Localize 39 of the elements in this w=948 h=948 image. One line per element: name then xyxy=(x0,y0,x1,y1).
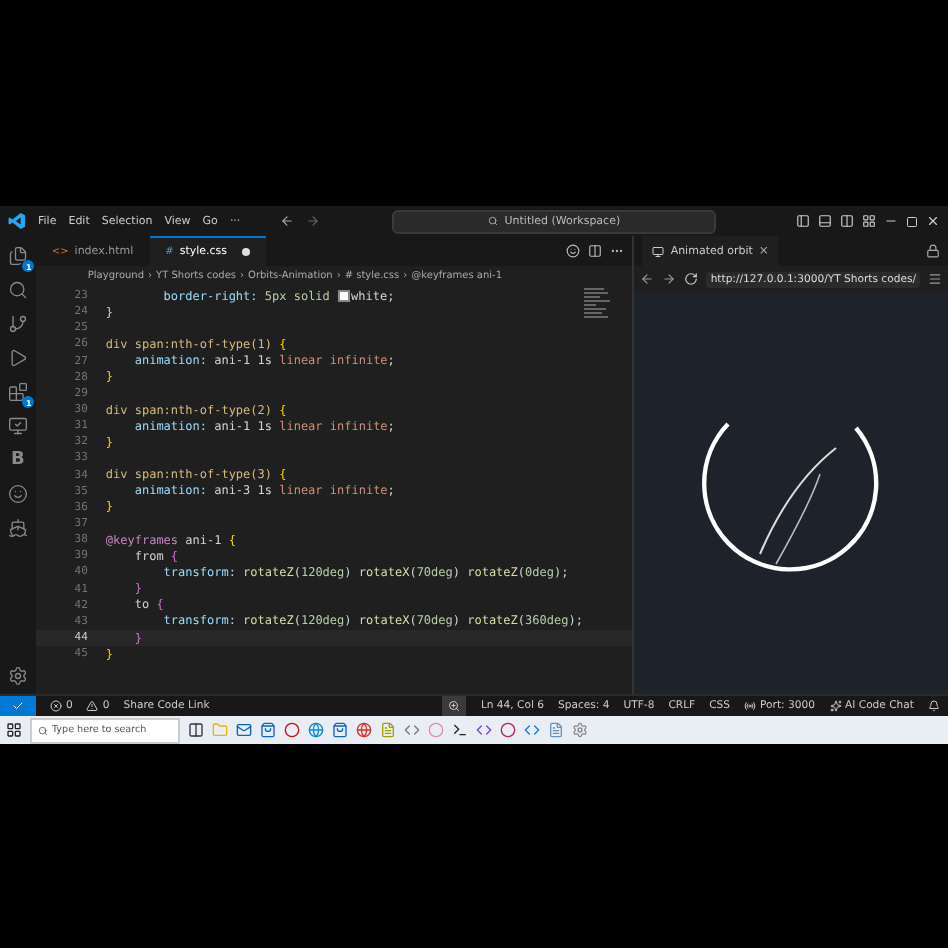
panel-icon[interactable] xyxy=(818,214,832,228)
back-arrow-icon[interactable] xyxy=(640,272,655,286)
settings-icon[interactable] xyxy=(6,664,29,686)
columns-icon[interactable] xyxy=(840,214,854,228)
start-icon[interactable] xyxy=(6,722,22,738)
smile-icon[interactable] xyxy=(6,482,29,504)
remote-icon[interactable] xyxy=(6,414,29,436)
minimize-icon[interactable] xyxy=(884,214,898,228)
more-icon[interactable] xyxy=(610,244,625,258)
smile-icon[interactable] xyxy=(566,244,581,258)
menu-icon[interactable] xyxy=(928,272,942,286)
forward-arrow-icon[interactable] xyxy=(662,272,677,286)
minimap[interactable] xyxy=(584,288,613,316)
bell-icon[interactable] xyxy=(928,700,940,712)
monitor-icon xyxy=(652,245,665,257)
search-icon[interactable] xyxy=(6,278,29,300)
maximize-icon[interactable] xyxy=(906,215,918,227)
color-swatch-icon[interactable] xyxy=(337,290,350,303)
git-icon[interactable] xyxy=(6,312,29,334)
forward-arrow-icon[interactable] xyxy=(306,214,321,228)
broadcast-icon xyxy=(744,700,757,712)
grid-icon[interactable] xyxy=(862,214,876,228)
layout-icon[interactable] xyxy=(796,214,810,228)
split-editor-icon[interactable] xyxy=(588,244,603,258)
lock-icon[interactable] xyxy=(926,244,940,258)
letter-icon[interactable]: B xyxy=(6,448,29,470)
back-arrow-icon[interactable] xyxy=(280,214,295,228)
warning-icon xyxy=(86,700,99,712)
reload-icon[interactable] xyxy=(684,272,699,286)
search-icon xyxy=(38,725,48,735)
search-icon xyxy=(488,216,499,226)
error-icon xyxy=(50,700,62,712)
taskbar-app-icon[interactable] xyxy=(188,722,204,738)
zoom-icon[interactable] xyxy=(442,696,467,716)
sparkles-icon xyxy=(829,700,841,712)
close-icon[interactable] xyxy=(926,214,940,228)
debug-icon[interactable] xyxy=(6,346,29,368)
taskbar-app-icon[interactable] xyxy=(452,722,468,738)
vscode-logo-icon xyxy=(8,212,26,230)
